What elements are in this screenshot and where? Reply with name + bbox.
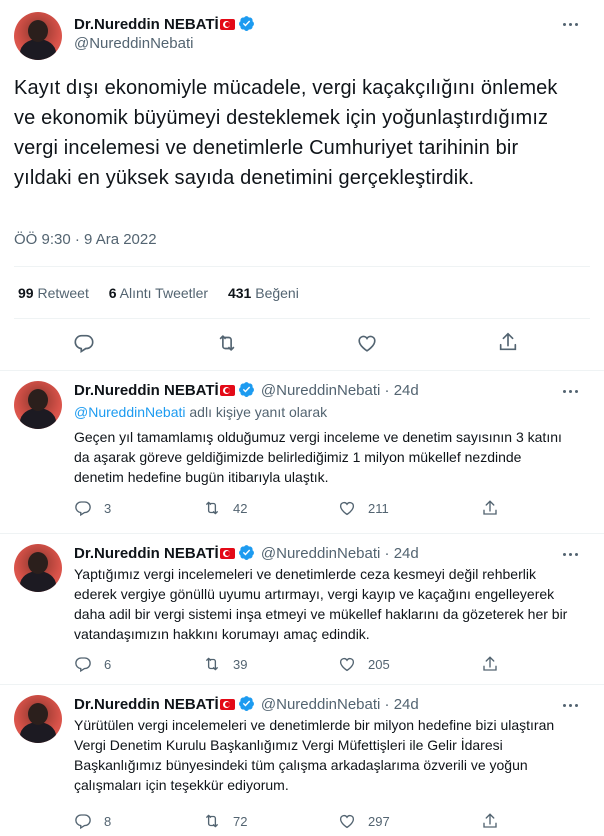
reply-header: Dr.Nureddin NEBATİ @NureddinNebati · 24d [74, 381, 419, 399]
author-name[interactable]: Dr.Nureddin NEBATİ [74, 16, 219, 33]
like-count: 431 [227, 285, 252, 301]
reply-action[interactable]: 8 [74, 811, 111, 831]
turkish-flag-icon [219, 548, 235, 559]
reply-header: Dr.Nureddin NEBATİ @NureddinNebati · 24d [74, 695, 419, 713]
quote-label: Alıntı Tweetler [119, 285, 209, 301]
reply-text: Yürütülen vergi incelemeleri ve denetiml… [74, 717, 555, 793]
retweet-icon[interactable] [216, 332, 238, 354]
author-handle[interactable]: @NureddinNebati [74, 35, 193, 52]
reply-icon[interactable] [73, 332, 95, 354]
like-icon [339, 814, 355, 829]
more-icon[interactable] [560, 381, 580, 401]
share-icon[interactable] [497, 331, 519, 353]
like-action[interactable]: 297 [338, 811, 390, 831]
more-icon[interactable] [560, 14, 580, 34]
like-count: 297 [368, 813, 390, 829]
retweet-icon [205, 501, 219, 515]
like-stat[interactable]: 431 Beğeni [228, 285, 299, 301]
retweet-count: 39 [233, 656, 248, 672]
divider [14, 318, 590, 319]
retweet-action[interactable]: 39 [203, 654, 247, 674]
reply-to-label: adlı kişiye yanıt olarak [185, 404, 328, 420]
avatar[interactable] [14, 12, 62, 60]
reply-actions: 3 42 211 [74, 498, 574, 518]
verified-icon [238, 16, 254, 31]
reply-icon [75, 814, 91, 830]
reply-action[interactable]: 6 [74, 654, 111, 674]
like-count: 205 [368, 656, 390, 672]
like-count: 211 [368, 500, 389, 516]
tweet-actions [0, 331, 604, 355]
retweet-stat[interactable]: 99 Retweet [18, 285, 89, 301]
reply-action[interactable]: 3 [74, 498, 111, 518]
avatar[interactable] [14, 695, 62, 743]
reply-icon [75, 501, 91, 517]
reply-count: 6 [104, 656, 112, 672]
like-label: Beğeni [255, 285, 299, 301]
author-handle[interactable]: @NureddinNebati · 24d [261, 696, 419, 713]
reply-tweet[interactable]: Dr.Nureddin NEBATİ @NureddinNebati · 24d… [0, 685, 604, 836]
retweet-icon [205, 657, 219, 671]
author-handle[interactable]: @NureddinNebati · 24d [261, 382, 419, 399]
retweet-count: 42 [233, 500, 248, 516]
avatar[interactable] [14, 544, 62, 592]
divider [14, 266, 590, 267]
reply-tweet[interactable]: Dr.Nureddin NEBATİ @NureddinNebati · 24d… [0, 534, 604, 684]
tweet-stats: 99 Retweet 6 Alıntı Tweetler 431 Beğeni [18, 285, 315, 301]
verified-icon [238, 545, 254, 560]
share-action[interactable] [481, 498, 511, 518]
share-icon [483, 813, 497, 828]
retweet-action[interactable]: 72 [203, 811, 247, 831]
turkish-flag-icon [219, 19, 235, 30]
reply-text: Geçen yıl tamamlamış olduğumuz vergi inc… [74, 429, 562, 485]
author-name[interactable]: Dr.Nureddin NEBATİ [74, 696, 219, 713]
like-icon [339, 657, 355, 672]
retweet-label: Retweet [37, 285, 89, 301]
retweet-action[interactable]: 42 [203, 498, 247, 518]
like-action[interactable]: 205 [338, 654, 390, 674]
avatar[interactable] [14, 381, 62, 429]
reply-header: Dr.Nureddin NEBATİ @NureddinNebati · 24d [74, 544, 419, 562]
tweet-timestamp[interactable]: ÖÖ 9:30 · 9 Ara 2022 [14, 231, 157, 248]
retweet-count: 99 [18, 285, 34, 301]
like-icon[interactable] [356, 332, 378, 354]
reply-count: 3 [104, 500, 112, 516]
reply-tweet[interactable]: Dr.Nureddin NEBATİ @NureddinNebati · 24d… [0, 371, 604, 533]
quote-stat[interactable]: 6 Alıntı Tweetler [109, 285, 208, 301]
like-action[interactable]: 211 [338, 498, 389, 518]
quote-count: 6 [108, 285, 117, 301]
reply-actions: 6 39 205 [74, 654, 574, 674]
verified-icon [238, 696, 254, 711]
like-icon [339, 501, 355, 516]
share-icon [483, 500, 497, 515]
share-icon [483, 656, 497, 671]
turkish-flag-icon [219, 385, 235, 396]
reply-text: Yaptığımız vergi incelemeleri ve denetim… [74, 566, 568, 642]
share-action[interactable] [481, 654, 511, 674]
reply-to-line: @NureddinNebati adlı kişiye yanıt olarak [74, 404, 327, 420]
tweet-text: Kayıt dışı ekonomiyle mücadele, vergi ka… [14, 77, 558, 189]
author-name[interactable]: Dr.Nureddin NEBATİ [74, 545, 219, 562]
share-action[interactable] [481, 811, 511, 831]
main-tweet: Dr.Nureddin NEBATİ @NureddinNebati Kayıt… [0, 0, 604, 370]
mention-link[interactable]: @NureddinNebati [74, 404, 186, 420]
verified-icon [238, 382, 254, 397]
reply-actions: 8 72 297 [74, 811, 574, 831]
turkish-flag-icon [219, 699, 235, 710]
retweet-icon [205, 814, 219, 828]
author-name[interactable]: Dr.Nureddin NEBATİ [74, 382, 219, 399]
more-icon[interactable] [560, 695, 580, 715]
reply-count: 8 [104, 813, 112, 829]
author-handle[interactable]: @NureddinNebati · 24d [261, 545, 419, 562]
more-icon[interactable] [560, 544, 580, 564]
retweet-count: 72 [233, 813, 248, 829]
reply-icon [75, 657, 91, 673]
author-name-row[interactable]: Dr.Nureddin NEBATİ [74, 15, 255, 33]
